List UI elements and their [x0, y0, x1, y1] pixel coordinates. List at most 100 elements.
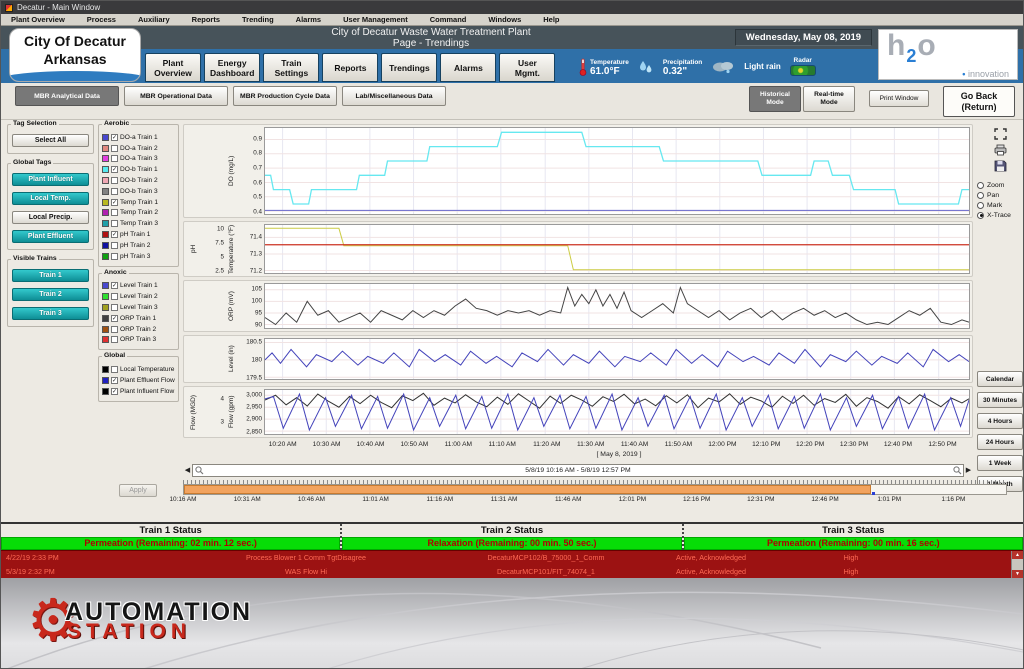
- checkbox-level-train-3[interactable]: [111, 304, 118, 311]
- mode-buttons: HistoricalModeReal-timeMode: [749, 86, 855, 112]
- print-window-button[interactable]: Print Window: [869, 90, 929, 107]
- nav-tab-reports[interactable]: Reports: [322, 53, 378, 82]
- range-label: 12:01 PM: [619, 496, 646, 503]
- nav-tab-train-settings[interactable]: TrainSettings: [263, 53, 319, 82]
- alarm-description: Process Blower 1 Comm TgtDisagree: [166, 553, 446, 562]
- x-tick: 11:00 AM: [445, 441, 472, 448]
- zoom-out-icon[interactable]: [193, 465, 205, 476]
- checkbox-temp-train-2[interactable]: [111, 209, 118, 216]
- menu-item-command[interactable]: Command: [430, 15, 467, 24]
- scroll-left-arrow[interactable]: ◀: [183, 466, 192, 474]
- chart-plot-0[interactable]: [264, 127, 970, 215]
- global-tag-local-temp[interactable]: Local Temp.: [12, 192, 89, 205]
- subnav-tab-lab-miscellaneous-data[interactable]: Lab/Miscellaneous Data: [342, 86, 446, 106]
- global-tag-plant-influent[interactable]: Plant Influent: [12, 173, 89, 186]
- checkbox-ph-train-3[interactable]: [111, 253, 118, 260]
- main-window: Decatur - Main Window Plant OverviewProc…: [0, 0, 1024, 669]
- tool-button-1-week[interactable]: 1 Week: [977, 455, 1023, 471]
- tool-button-24-hours[interactable]: 24 Hours: [977, 434, 1023, 450]
- checkbox-plant-influent-flow[interactable]: ✓: [111, 388, 118, 395]
- menu-item-alarms[interactable]: Alarms: [296, 15, 321, 24]
- tool-button-calendar[interactable]: Calendar: [977, 371, 1023, 387]
- x-tick: 10:20 AM: [269, 441, 297, 448]
- subnav-tab-mbr-analytical-data[interactable]: MBR Analytical Data: [15, 86, 119, 106]
- alarm-row[interactable]: 5/3/19 2:32 PMWAS Flow HiDecaturMCP101/F…: [1, 567, 1011, 576]
- chart-plot-4[interactable]: [264, 389, 970, 435]
- checkbox-temp-train-3[interactable]: [111, 220, 118, 227]
- checkbox-level-train-2[interactable]: [111, 293, 118, 300]
- checkbox-plant-effluent-flow[interactable]: ✓: [111, 377, 118, 384]
- scroll-right-arrow[interactable]: ▶: [964, 466, 973, 474]
- checkbox-do-b-train-3[interactable]: [111, 188, 118, 195]
- alarm-scroll-up-icon[interactable]: ▲: [1012, 551, 1023, 559]
- alarm-scrollbar[interactable]: ▲ ▼: [1011, 551, 1023, 578]
- save-icon[interactable]: [994, 160, 1007, 172]
- menu-item-user-management[interactable]: User Management: [343, 15, 408, 24]
- alarm-scroll-down-icon[interactable]: ▼: [1012, 570, 1023, 578]
- radar-label: Radar: [794, 57, 812, 65]
- menu-item-plant-overview[interactable]: Plant Overview: [11, 15, 65, 24]
- checkbox-orp-train-2[interactable]: [111, 326, 118, 333]
- selected-range-fill[interactable]: [184, 485, 871, 494]
- x-tick: 10:30 AM: [313, 441, 341, 448]
- chart-plot-3[interactable]: [264, 338, 970, 380]
- menu-item-reports[interactable]: Reports: [192, 15, 220, 24]
- city-logo: City Of Decatur Arkansas: [9, 28, 141, 82]
- nav-tab-alarms[interactable]: Alarms: [440, 53, 496, 82]
- tool-button-4-hours[interactable]: 4 Hours: [977, 413, 1023, 429]
- alarm-row[interactable]: 4/22/19 2:33 PMProcess Blower 1 Comm Tgt…: [1, 553, 1011, 562]
- checkbox-do-a-train-2[interactable]: [111, 145, 118, 152]
- nav-tab-trendings[interactable]: Trendings: [381, 53, 437, 82]
- checkbox-ph-train-1[interactable]: ✓: [111, 231, 118, 238]
- radio-mark[interactable]: Mark: [977, 200, 1011, 210]
- menu-bar: Plant Overview Process Auxiliary Reports Tre…: [1, 14, 1023, 26]
- checkbox-local-temperature[interactable]: [111, 366, 118, 373]
- zoom-in-icon[interactable]: [951, 465, 963, 476]
- global-tag-plant-effluent[interactable]: Plant Effluent: [12, 230, 89, 243]
- time-range-selector[interactable]: 10:16 AM10:31 AM10:46 AM11:01 AM11:16 AM…: [183, 480, 1007, 505]
- global-tag-local-precip[interactable]: Local Precip.: [12, 211, 89, 224]
- tool-button-30-minutes[interactable]: 30 Minutes: [977, 392, 1023, 408]
- mode-button-real-time-mode[interactable]: Real-timeMode: [803, 86, 855, 112]
- nav-tab-energy-dashboard[interactable]: EnergyDashboard: [204, 53, 260, 82]
- mode-button-historical-mode[interactable]: HistoricalMode: [749, 86, 801, 112]
- nav-tab-plant-overview[interactable]: PlantOverview: [145, 53, 201, 82]
- checkbox-temp-train-1[interactable]: ✓: [111, 199, 118, 206]
- train-button-train-3[interactable]: Train 3: [12, 307, 89, 320]
- menu-item-trending[interactable]: Trending: [242, 15, 274, 24]
- menu-item-auxiliary[interactable]: Auxiliary: [138, 15, 170, 24]
- subnav-tab-mbr-production-cycle-data[interactable]: MBR Production Cycle Data: [233, 86, 337, 106]
- checkbox-ph-train-2[interactable]: [111, 242, 118, 249]
- chart-plot-1[interactable]: [264, 224, 970, 274]
- scrollbar-track[interactable]: 5/8/19 10:16 AM - 5/8/19 12:57 PM: [192, 464, 964, 477]
- expand-icon[interactable]: [994, 128, 1007, 140]
- checkbox-do-b-train-1[interactable]: ✓: [111, 166, 118, 173]
- radio-x-trace[interactable]: X-Trace: [977, 210, 1011, 220]
- checkbox-level-train-1[interactable]: ✓: [111, 282, 118, 289]
- go-back-button[interactable]: Go Back (Return): [943, 86, 1015, 117]
- legend-item-do-b-train-1: ✓DO-b Train 1: [102, 164, 176, 175]
- menu-item-process[interactable]: Process: [87, 15, 116, 24]
- print-icon[interactable]: [994, 144, 1007, 156]
- subnav-tab-mbr-operational-data[interactable]: MBR Operational Data: [124, 86, 228, 106]
- menu-item-windows[interactable]: Windows: [488, 15, 521, 24]
- range-track[interactable]: [183, 484, 1007, 495]
- checkbox-do-b-train-2[interactable]: [111, 177, 118, 184]
- range-label: 11:01 AM: [362, 496, 389, 503]
- select-all-button[interactable]: Select All: [12, 134, 89, 147]
- radio-pan[interactable]: Pan: [977, 190, 1011, 200]
- train-button-train-1[interactable]: Train 1: [12, 269, 89, 282]
- checkbox-orp-train-3[interactable]: [111, 336, 118, 343]
- radar-image[interactable]: [790, 65, 816, 76]
- apply-button[interactable]: Apply: [119, 484, 157, 497]
- nav-tab-user-mgmt[interactable]: UserMgmt.: [499, 53, 555, 82]
- train-button-train-2[interactable]: Train 2: [12, 288, 89, 301]
- precipitation-block: Precipitation 0.32": [663, 58, 702, 76]
- checkbox-do-a-train-3[interactable]: [111, 155, 118, 162]
- checkbox-do-a-train-1[interactable]: ✓: [111, 134, 118, 141]
- chart-plot-2[interactable]: [264, 283, 970, 329]
- menu-item-help[interactable]: Help: [543, 15, 559, 24]
- checkbox-orp-train-1[interactable]: ✓: [111, 315, 118, 322]
- radar-block[interactable]: Radar: [790, 57, 816, 76]
- radio-zoom[interactable]: Zoom: [977, 180, 1011, 190]
